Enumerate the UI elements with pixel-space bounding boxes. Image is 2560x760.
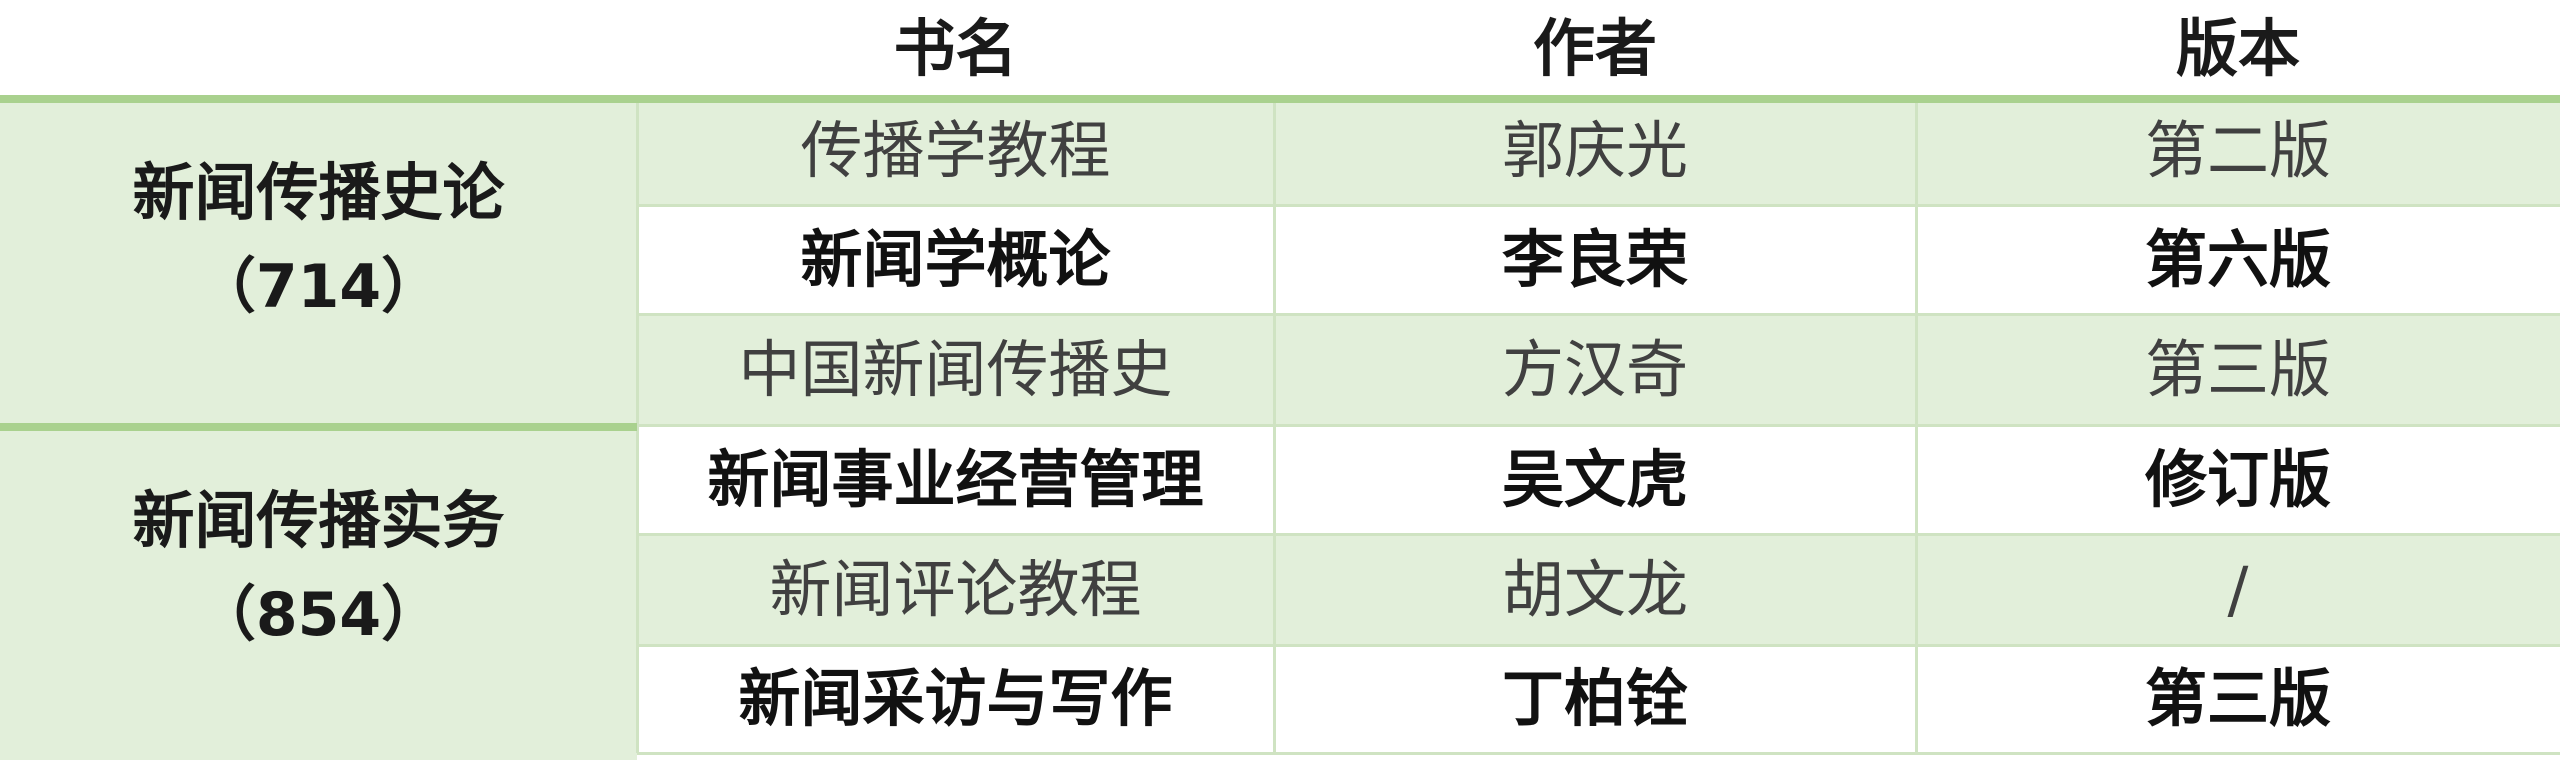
grid-line bbox=[637, 424, 2560, 427]
grid-line bbox=[637, 533, 2560, 536]
grid-line bbox=[637, 752, 2560, 755]
table-row-cell-title: 中国新闻传播史 bbox=[637, 314, 1274, 425]
table-row-cell-title: 新闻学概论 bbox=[637, 205, 1274, 314]
table-row-cell-edition: 第六版 bbox=[1916, 205, 2560, 314]
table-row-cell-author: 李良荣 bbox=[1274, 205, 1916, 314]
table-row-cell-author: 郭庆光 bbox=[1274, 97, 1916, 205]
grid-line bbox=[637, 204, 2560, 207]
table-row-cell-title: 新闻评论教程 bbox=[637, 534, 1274, 645]
book-list-table: 书名 作者 版本 新闻传播史论 （714） 新闻传播实务 （854） 传播学教程… bbox=[0, 0, 2560, 760]
grid-line bbox=[637, 644, 2560, 647]
table-row-cell-edition: 第三版 bbox=[1916, 645, 2560, 753]
grid-line bbox=[637, 313, 2560, 316]
table-row-cell-edition: 第三版 bbox=[1916, 314, 2560, 425]
table-row-cell-title: 新闻采访与写作 bbox=[637, 645, 1274, 753]
table-row-cell-edition: 修订版 bbox=[1916, 425, 2560, 534]
group-code: （714） bbox=[195, 251, 442, 322]
table-row-cell-author: 丁柏铨 bbox=[1274, 645, 1916, 753]
table-row-cell-edition: / bbox=[1916, 534, 2560, 645]
header-edition: 版本 bbox=[2175, 11, 2300, 85]
table-row-cell-title: 新闻事业经营管理 bbox=[637, 425, 1274, 534]
table-row-cell-author: 方汉奇 bbox=[1274, 314, 1916, 425]
table-row-cell-edition: 第二版 bbox=[1916, 97, 2560, 205]
group-cell-practice: 新闻传播实务 （854） bbox=[0, 425, 637, 760]
table-row-cell-author: 胡文龙 bbox=[1274, 534, 1916, 645]
table-row-cell-author: 吴文虎 bbox=[1274, 425, 1916, 534]
group-separator bbox=[0, 423, 637, 431]
header-separator bbox=[0, 95, 2560, 103]
header-author: 作者 bbox=[1532, 11, 1657, 85]
header-title: 书名 bbox=[893, 11, 1018, 85]
group-title: 新闻传播实务 bbox=[132, 484, 505, 557]
group-code: （854） bbox=[195, 579, 442, 650]
table-row-cell-title: 传播学教程 bbox=[637, 97, 1274, 205]
group-title: 新闻传播史论 bbox=[132, 156, 505, 229]
group-cell-history: 新闻传播史论 （714） bbox=[0, 97, 637, 425]
